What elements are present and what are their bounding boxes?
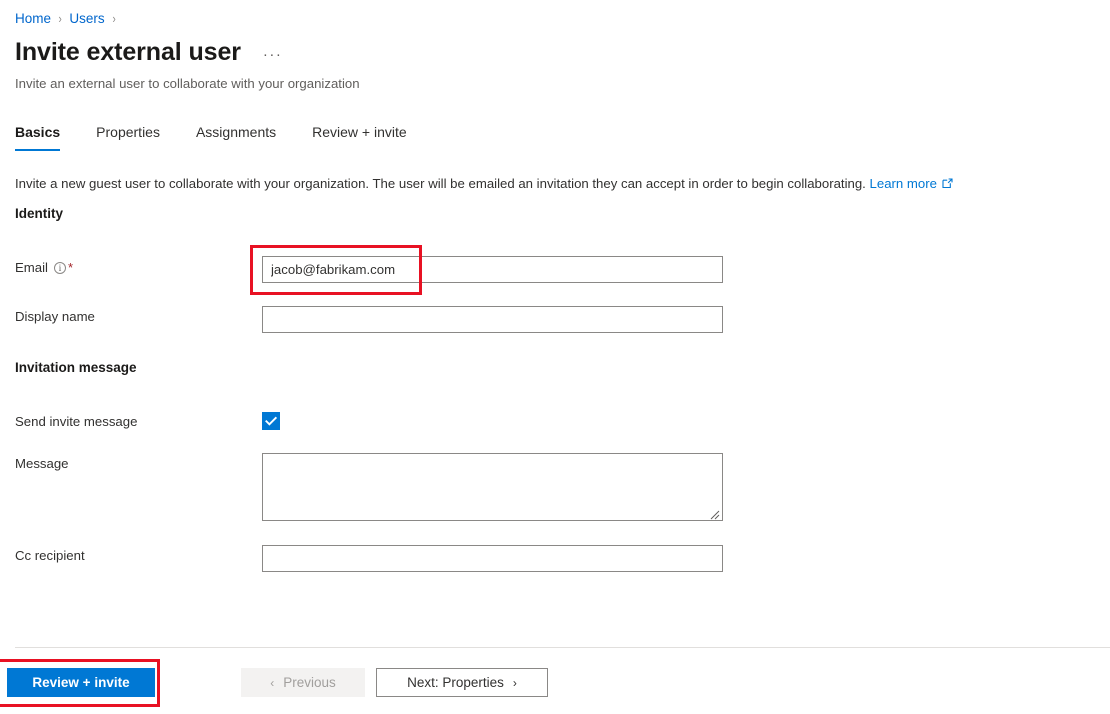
display-name-label-text: Display name xyxy=(15,309,95,324)
message-textarea[interactable] xyxy=(262,453,723,521)
checkmark-icon xyxy=(265,416,278,426)
message-label: Message xyxy=(15,455,69,473)
footer-divider xyxy=(15,647,1110,648)
email-input[interactable] xyxy=(262,256,723,283)
form-description: Invite a new guest user to collaborate w… xyxy=(15,175,953,193)
wizard-tablist: Basics Properties Assignments Review + i… xyxy=(15,122,443,151)
cc-recipient-input[interactable] xyxy=(262,545,723,572)
breadcrumb-separator-icon: › xyxy=(58,11,62,26)
email-label-text: Email xyxy=(15,260,48,275)
display-name-input[interactable] xyxy=(262,306,723,333)
breadcrumb-separator-icon: › xyxy=(112,11,116,26)
previous-button: ‹ Previous xyxy=(241,668,365,697)
review-invite-button[interactable]: Review + invite xyxy=(7,668,155,697)
display-name-label: Display name xyxy=(15,308,95,326)
next-properties-button[interactable]: Next: Properties › xyxy=(376,668,548,697)
cc-recipient-label: Cc recipient xyxy=(15,547,85,565)
external-link-icon xyxy=(942,176,953,189)
section-heading-identity: Identity xyxy=(15,206,64,221)
page-title: Invite external user xyxy=(15,38,241,66)
tab-assignments[interactable]: Assignments xyxy=(196,122,276,151)
section-heading-invitation-message: Invitation message xyxy=(15,360,137,375)
invite-external-user-page: Home › Users › Invite external user ··· … xyxy=(0,0,1110,714)
send-invite-message-label: Send invite message xyxy=(15,413,137,431)
tab-properties[interactable]: Properties xyxy=(96,122,160,151)
page-title-row: Invite external user ··· xyxy=(15,36,282,68)
chevron-left-icon: ‹ xyxy=(270,675,275,690)
previous-button-label: Previous xyxy=(283,674,336,690)
email-label: Email i * xyxy=(15,259,73,277)
page-subtitle: Invite an external user to collaborate w… xyxy=(15,76,360,91)
tab-basics[interactable]: Basics xyxy=(15,122,61,151)
info-icon[interactable]: i xyxy=(53,262,66,274)
send-invite-message-label-text: Send invite message xyxy=(15,414,138,429)
breadcrumb: Home › Users › xyxy=(15,10,123,28)
cc-recipient-label-text: Cc recipient xyxy=(15,548,85,563)
send-invite-message-checkbox[interactable] xyxy=(262,412,280,430)
message-label-text: Message xyxy=(15,456,69,471)
next-properties-button-label: Next: Properties xyxy=(407,674,504,690)
breadcrumb-item-users[interactable]: Users xyxy=(69,10,104,28)
learn-more-link[interactable]: Learn more xyxy=(870,176,953,191)
tab-review-invite[interactable]: Review + invite xyxy=(312,122,407,151)
more-options-icon[interactable]: ··· xyxy=(263,47,283,62)
breadcrumb-item-home[interactable]: Home xyxy=(15,10,51,28)
chevron-right-icon: › xyxy=(512,675,517,690)
form-description-text: Invite a new guest user to collaborate w… xyxy=(15,176,866,191)
required-marker: * xyxy=(67,260,74,275)
learn-more-label: Learn more xyxy=(869,176,937,191)
